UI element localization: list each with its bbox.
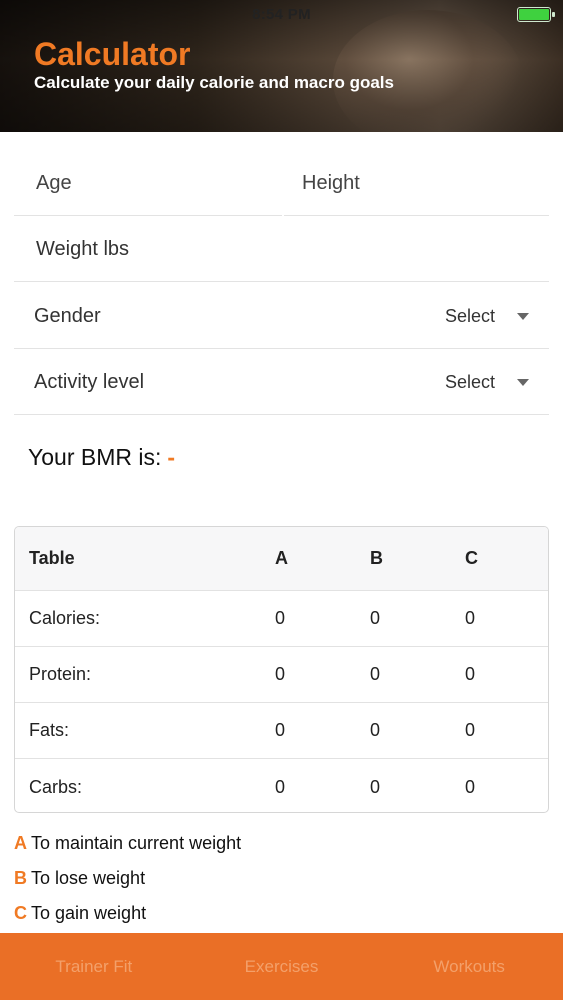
chevron-down-icon [517,378,529,386]
row-label: Protein: [29,664,92,684]
row-label: Fats: [29,720,70,740]
page-title: Calculator [34,36,191,72]
bmr-result: Your BMR is: - [28,444,175,471]
age-height-row: Age Height [14,152,549,216]
table-row: Fats: 0 0 0 [15,703,548,759]
status-bar: 8:54 PM [0,0,563,28]
weight-input[interactable]: Weight lbs [14,218,549,282]
chevron-down-icon [517,312,529,320]
legend-item-gain: C To gain weight [14,903,146,924]
macro-table: Table A B C Calories: 0 0 0 Protein: 0 0… [14,526,549,813]
cell-value: 0 [275,776,286,797]
tab-workouts[interactable]: Workouts [375,933,563,1000]
cell-value: 0 [465,664,476,684]
table-header: Table [29,548,75,568]
table-row: Carbs: 0 0 0 [15,759,548,812]
cell-value: 0 [465,776,476,797]
header-banner: 8:54 PM Calculator Calculate your daily … [0,0,563,132]
weight-placeholder: Weight lbs [36,238,130,260]
gender-label: Gender [34,304,101,327]
activity-level-label: Activity level [34,370,145,393]
bmr-value: - [167,444,176,470]
activity-level-select[interactable]: Activity level Select [14,350,549,415]
table-header: B [370,548,383,568]
page-subtitle: Calculate your daily calorie and macro g… [34,73,394,92]
cell-value: 0 [275,720,286,740]
table-header: A [275,548,288,568]
legend-item-lose: B To lose weight [14,868,145,889]
table-header-row: Table A B C [15,527,548,591]
cell-value: 0 [465,608,476,628]
legend-text: To gain weight [31,903,147,923]
status-time: 8:54 PM [252,5,311,23]
gender-select[interactable]: Gender Select [14,284,549,349]
table-row: Calories: 0 0 0 [15,591,548,647]
age-input[interactable]: Age [14,152,282,216]
table-header: C [465,548,478,568]
cell-value: 0 [465,720,476,740]
table-row: Protein: 0 0 0 [15,647,548,703]
battery-icon [517,7,555,22]
cell-value: 0 [370,664,381,684]
height-input[interactable]: Height [284,152,549,216]
cell-value: 0 [370,720,381,740]
legend-key: B [14,868,27,888]
tab-trainer-fit[interactable]: Trainer Fit [0,933,188,1000]
legend-key: A [14,833,27,853]
cell-value: 0 [275,608,286,628]
gender-select-value: Select [444,305,495,326]
cell-value: 0 [275,664,286,684]
legend-text: To lose weight [31,868,146,888]
tab-bar: Trainer Fit Exercises Workouts [0,933,563,1000]
legend-text: To maintain current weight [31,833,242,853]
row-label: Carbs: [29,776,83,797]
cell-value: 0 [370,776,381,797]
legend-key: C [14,903,27,923]
tab-exercises[interactable]: Exercises [188,933,376,1000]
row-label: Calories: [29,608,101,628]
cell-value: 0 [370,608,381,628]
bmr-label: Your BMR is: [28,444,162,470]
activity-level-select-value: Select [444,371,495,392]
legend-item-maintain: A To maintain current weight [14,833,241,854]
